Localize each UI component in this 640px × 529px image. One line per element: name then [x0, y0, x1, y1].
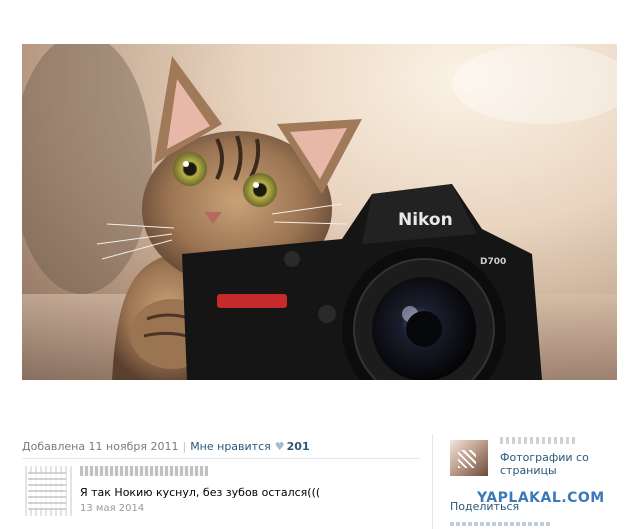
photos-link-line2[interactable]: страницы [500, 464, 610, 477]
site-watermark: YAPLAKAL.COM [477, 490, 605, 506]
heart-icon[interactable]: ♥ [275, 440, 285, 453]
comment-author-obscured[interactable] [80, 466, 208, 476]
added-date: Добавлена 11 ноября 2011 [22, 440, 179, 453]
share-options-obscured [450, 522, 550, 526]
comment-text: Я так Нокию куснул, без зубов остался((( [80, 486, 321, 499]
sidebar-divider [432, 434, 433, 529]
comment-avatar[interactable] [22, 466, 72, 516]
photos-link-line1[interactable]: Фотографии со [500, 451, 610, 464]
cat-with-camera-image: Nikon D700 [22, 44, 617, 380]
post-photo[interactable]: Nikon D700 [22, 44, 617, 380]
like-button[interactable]: Мне нравится [190, 440, 271, 453]
meta-separator: | [182, 440, 187, 453]
divider [22, 458, 420, 459]
camera-model-label: D700 [480, 257, 506, 267]
comment-date[interactable]: 13 мая 2014 [80, 503, 144, 514]
likes-count[interactable]: 201 [287, 440, 310, 453]
post-meta: Добавлена 11 ноября 2011 | Мне нравится ♥ 20… [22, 440, 310, 453]
photos-from-page-link[interactable]: Фотографии со страницы [500, 451, 610, 477]
album-thumbnail[interactable] [450, 440, 488, 476]
album-owner-obscured [500, 437, 578, 444]
camera-brand-label: Nikon [398, 210, 453, 230]
